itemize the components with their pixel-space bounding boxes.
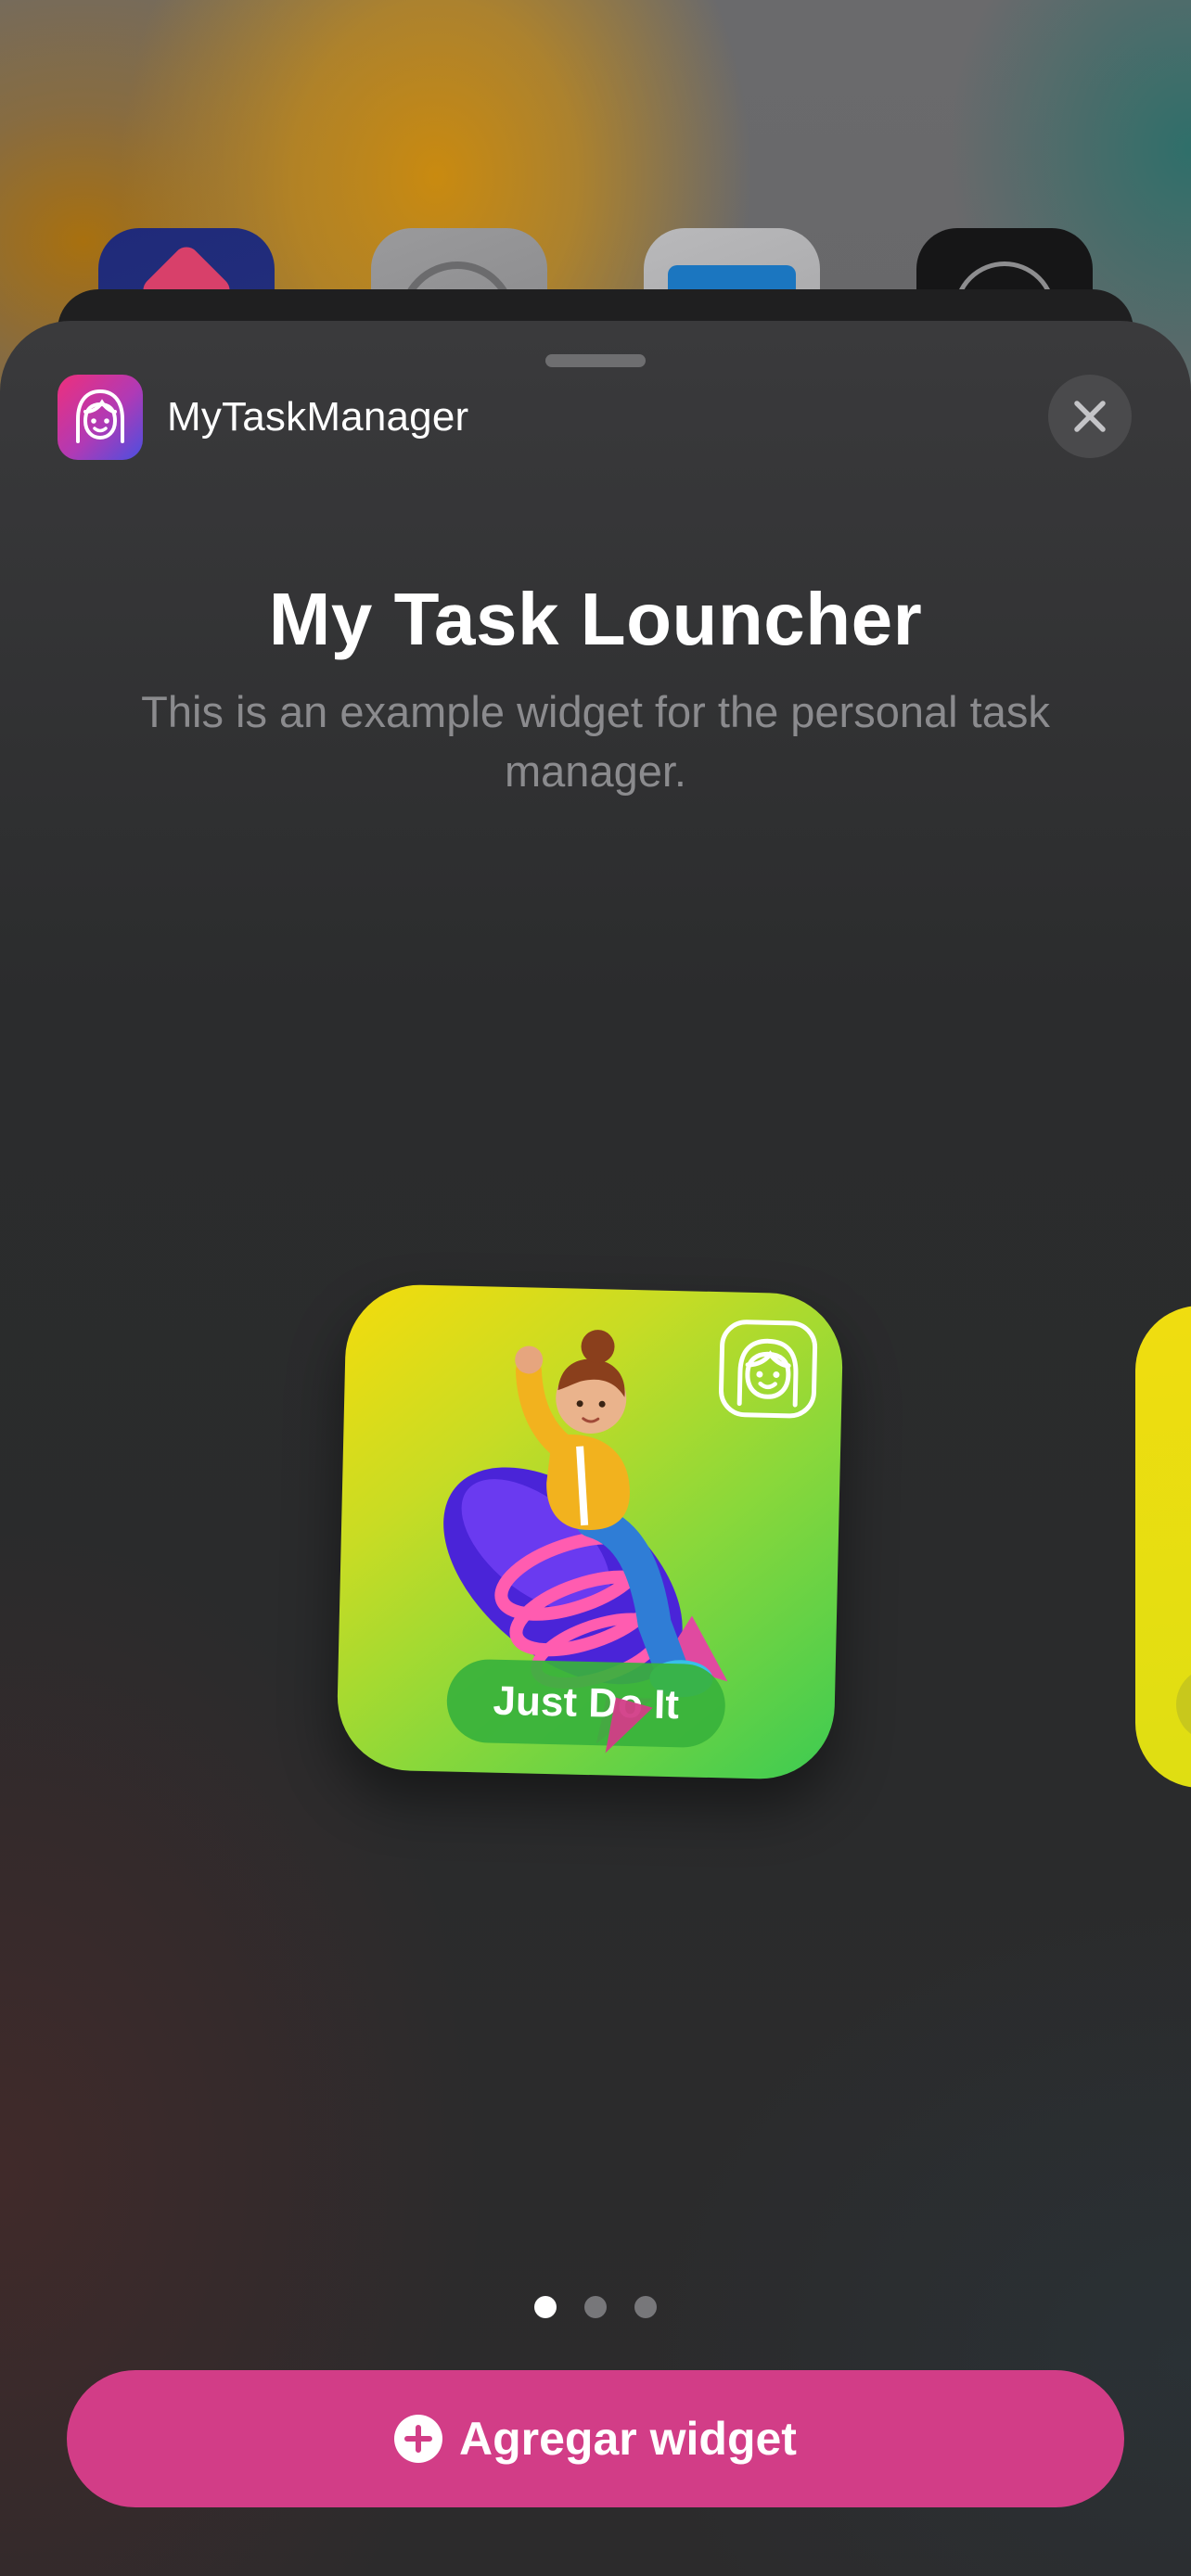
page-dot[interactable]	[634, 2296, 657, 2318]
widget-cta-label: Just Do It	[445, 1658, 726, 1749]
add-widget-button[interactable]: Agregar widget	[67, 2370, 1124, 2507]
sheet-grabber-handle[interactable]	[545, 354, 646, 367]
close-icon	[1074, 401, 1106, 432]
widget-gallery-sheet: MyTaskManager My Task Louncher This is a…	[0, 321, 1191, 2576]
page-indicator[interactable]	[0, 2296, 1191, 2318]
widget-description: This is an example widget for the person…	[141, 687, 1050, 796]
plus-circle-icon	[394, 2415, 443, 2463]
app-icon	[58, 375, 143, 460]
app-name: MyTaskManager	[167, 394, 469, 440]
girl-face-icon	[76, 389, 124, 443]
page-dot[interactable]	[584, 2296, 607, 2318]
girl-face-icon	[718, 1320, 818, 1419]
page-dot-active[interactable]	[534, 2296, 557, 2318]
widget-preview-card[interactable]: Just Do It	[336, 1282, 844, 1781]
add-widget-label: Agregar widget	[459, 2413, 797, 2465]
close-button[interactable]	[1048, 375, 1132, 458]
next-widget-preview-card[interactable]	[1135, 1306, 1191, 1788]
app-header: MyTaskManager	[58, 375, 468, 460]
widget-title: My Task Louncher	[268, 578, 923, 660]
